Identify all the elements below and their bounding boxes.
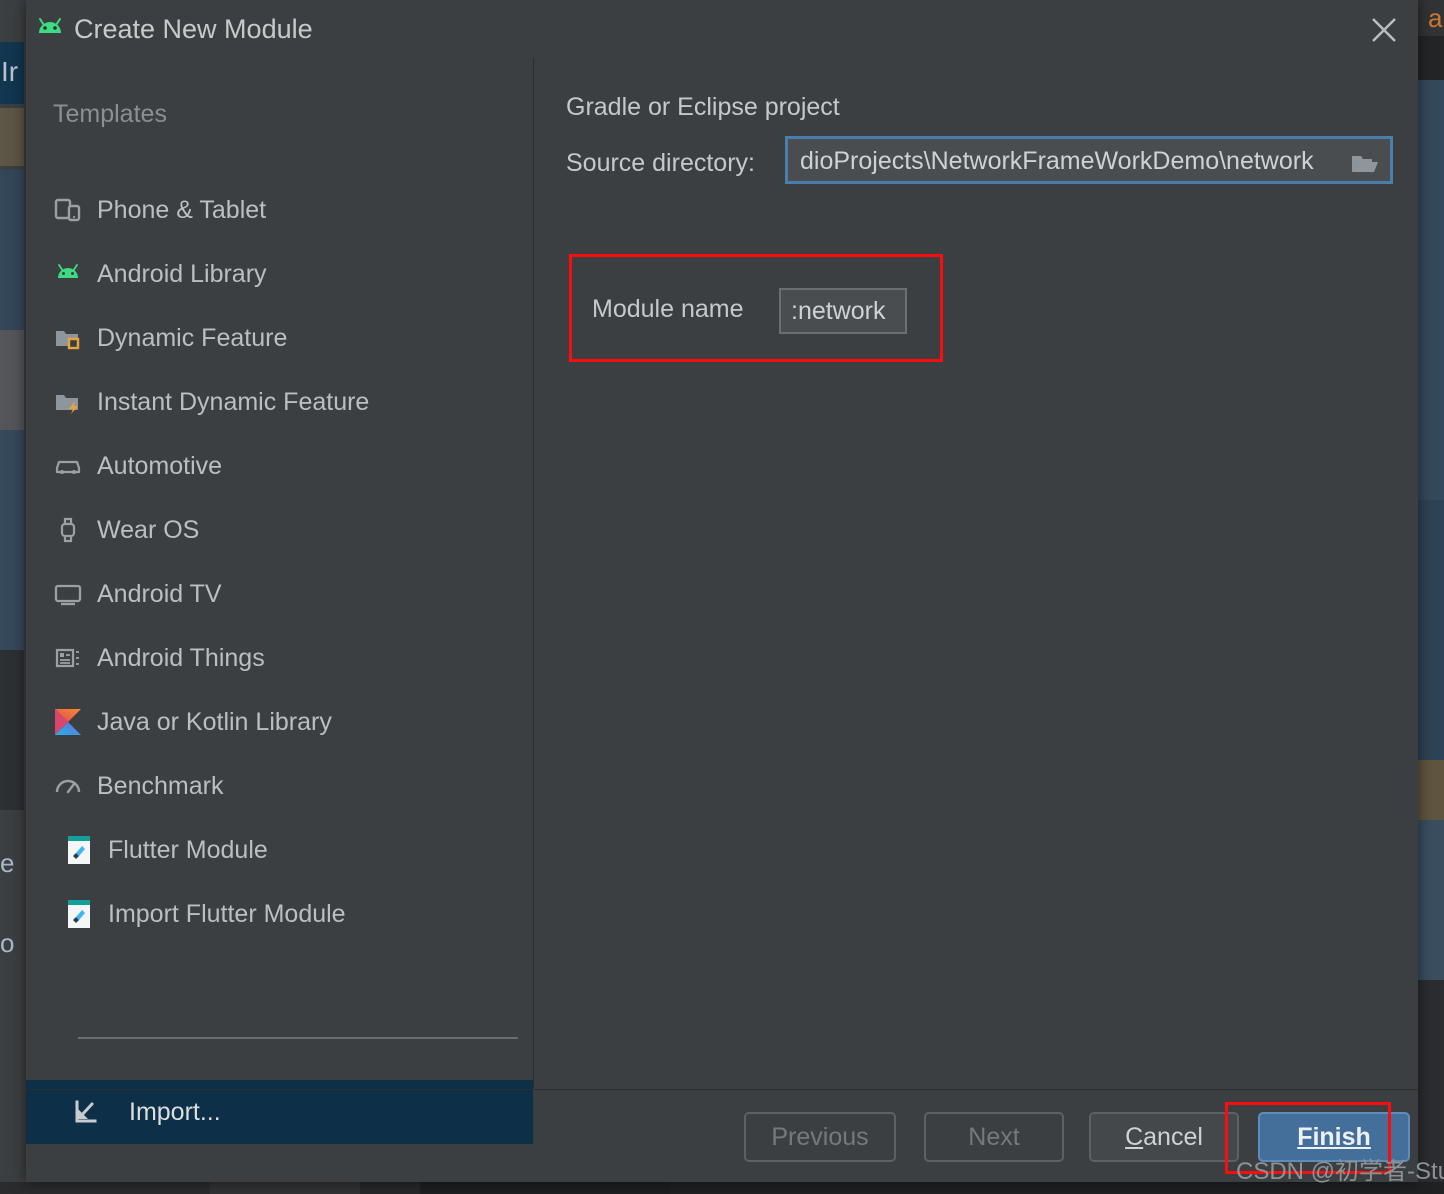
background-right-dark-top <box>1418 36 1444 80</box>
sidebar-item-import-flutter-module[interactable]: Import Flutter Module <box>26 882 533 946</box>
create-new-module-dialog: Create New Module Templates Phone & Tabl… <box>26 0 1418 1182</box>
background-left-text: Ir <box>1 56 19 87</box>
sidebar-item-label: Java or Kotlin Library <box>97 708 332 736</box>
dialog-title: Create New Module <box>74 14 313 44</box>
section-title: Gradle or Eclipse project <box>566 93 840 121</box>
sidebar-item-label: Import Flutter Module <box>108 900 346 928</box>
background-right-text: a <box>1428 3 1443 33</box>
sidebar-item-dynamic-feature[interactable]: Dynamic Feature <box>26 306 533 370</box>
benchmark-icon <box>53 771 83 801</box>
tv-icon <box>53 579 83 609</box>
close-icon[interactable] <box>1356 4 1412 54</box>
flutter-icon <box>64 835 94 865</box>
source-directory-value: dioProjects\NetworkFrameWorkDemo\network <box>800 147 1314 175</box>
background-left-text-e: e <box>0 848 15 878</box>
sidebar-item-flutter-module[interactable]: Flutter Module <box>26 818 533 882</box>
screen-root: Ir e o a Create New Module Templates Pho… <box>0 0 1444 1194</box>
things-icon <box>53 643 83 673</box>
sidebar-item-automotive[interactable]: Automotive <box>26 434 533 498</box>
background-blue-block-1 <box>0 170 24 330</box>
sidebar-item-label: Android Library <box>97 260 267 288</box>
sidebar-item-phone-tablet[interactable]: Phone & Tablet <box>26 178 533 242</box>
android-icon <box>33 16 67 42</box>
instant-dynamic-feature-icon <box>53 387 83 417</box>
sidebar-item-label: Android TV <box>97 580 222 608</box>
background-dark-block <box>0 650 24 810</box>
previous-button[interactable]: Previous <box>744 1112 896 1162</box>
cancel-rest: ancel <box>1143 1122 1203 1151</box>
background-right-blue-2 <box>1418 500 1444 760</box>
sidebar-item-android-tv[interactable]: Android TV <box>26 562 533 626</box>
dialog-footer: Previous Next Cancel Finish <box>26 1090 1418 1182</box>
sidebar-item-label: Automotive <box>97 452 223 480</box>
watermark: CSDN @初学者-Study <box>1236 1158 1444 1185</box>
sidebar-item-android-library[interactable]: Android Library <box>26 242 533 306</box>
templates-list: Phone & Tablet Android Library Dynamic F… <box>26 178 533 946</box>
cancel-button[interactable]: Cancel <box>1089 1112 1239 1162</box>
next-button[interactable]: Next <box>924 1112 1064 1162</box>
folder-icon[interactable] <box>1350 151 1380 175</box>
background-right-blue-1 <box>1418 80 1444 500</box>
background-blue-block-2 <box>0 430 24 650</box>
sidebar-item-java-or-kotlin-library[interactable]: Java or Kotlin Library <box>26 690 533 754</box>
dialog-titlebar: Create New Module <box>26 0 1418 58</box>
background-right-blue-3 <box>1418 820 1444 980</box>
sidebar-item-benchmark[interactable]: Benchmark <box>26 754 533 818</box>
sidebar-item-label: Android Things <box>97 644 265 672</box>
dynamic-feature-icon <box>53 323 83 353</box>
sidebar-item-android-things[interactable]: Android Things <box>26 626 533 690</box>
module-name-label: Module name <box>592 295 744 323</box>
background-olive-block <box>0 108 24 166</box>
sidebar-item-label: Benchmark <box>97 772 224 800</box>
background-status-seg-1 <box>0 1182 210 1194</box>
sidebar-item-label: Flutter Module <box>108 836 268 864</box>
sidebar-item-label: Instant Dynamic Feature <box>97 388 370 416</box>
cancel-mnemonic: C <box>1125 1122 1144 1151</box>
sidebar-item-instant-dynamic-feature[interactable]: Instant Dynamic Feature <box>26 370 533 434</box>
background-status-seg-3 <box>360 1182 420 1194</box>
background-left-text-o: o <box>0 928 15 958</box>
background-status-seg-4 <box>420 1182 670 1194</box>
templates-panel: Templates Phone & Tablet Android Library… <box>26 58 533 1144</box>
sidebar-item-label: Wear OS <box>97 516 200 544</box>
android-icon <box>53 259 83 289</box>
sidebar-item-label: Dynamic Feature <box>97 324 288 352</box>
flutter-icon <box>64 899 94 929</box>
background-right-tan <box>1418 760 1444 820</box>
source-directory-label: Source directory: <box>566 149 755 177</box>
phone-tablet-icon <box>53 195 83 225</box>
module-name-value: :network <box>791 297 886 325</box>
kotlin-icon <box>53 707 83 737</box>
car-icon <box>53 451 83 481</box>
background-gray-block <box>0 330 24 430</box>
sidebar-item-wear-os[interactable]: Wear OS <box>26 498 533 562</box>
templates-header: Templates <box>53 100 167 128</box>
sidebar-item-label: Phone & Tablet <box>97 196 267 224</box>
source-directory-input[interactable]: dioProjects\NetworkFrameWorkDemo\network <box>785 136 1393 184</box>
templates-separator <box>78 1037 518 1039</box>
watch-icon <box>53 515 83 545</box>
background-status-seg-2 <box>210 1182 360 1194</box>
content-panel: Gradle or Eclipse project Source directo… <box>534 58 1418 1088</box>
module-name-input[interactable]: :network <box>779 288 907 334</box>
